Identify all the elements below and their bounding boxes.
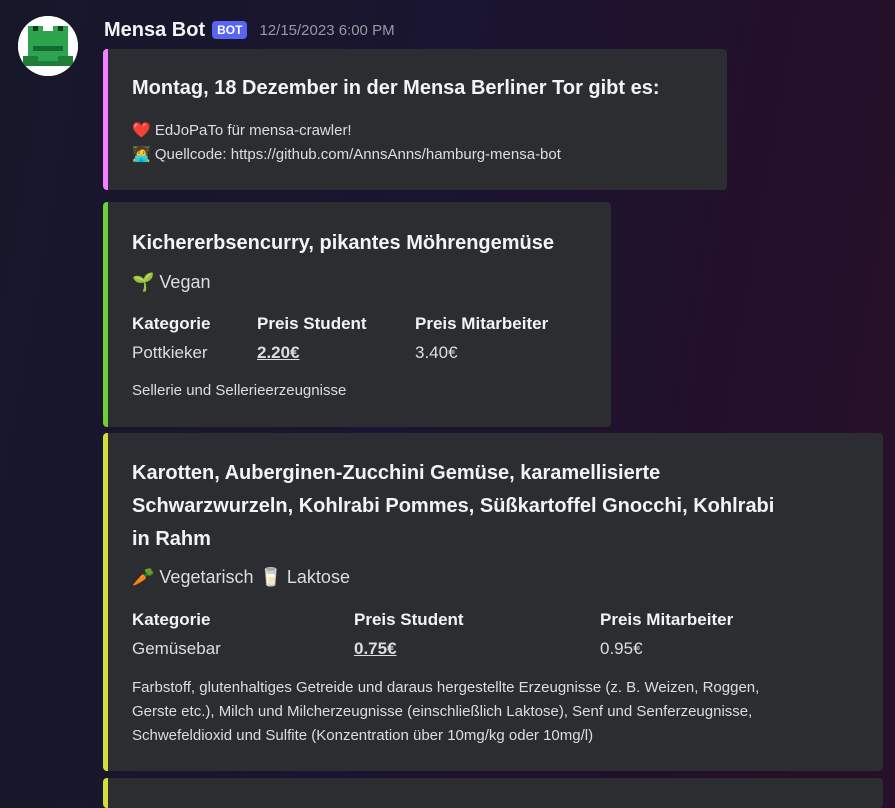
field-category: Kategorie Pottkieker [132, 314, 211, 362]
meal-title: Kichererbsencurry, pikantes Möhrengemüse [132, 232, 554, 254]
bot-badge: BOT [212, 21, 248, 39]
tag-lactose: 🥛 Laktose [259, 567, 350, 587]
author-name[interactable]: Mensa Bot [104, 19, 205, 42]
meal-fields: Kategorie Pottkieker Preis Student 2.20€… [132, 314, 592, 374]
field-price-student: Preis Student 0.75€ [354, 610, 464, 658]
meal-tags: 🥕 Vegetarisch 🥛 Laktose [132, 567, 356, 588]
frog-avatar-icon [18, 16, 78, 76]
tag-vegan: 🌱 Vegan [132, 272, 211, 292]
intro-line-2: 🧑‍💻 Quellcode: https://github.com/AnnsAn… [132, 146, 561, 163]
intro-line-1: ❤️ EdJoPaTo für mensa-crawler! [132, 122, 352, 139]
field-price-student: Preis Student 2.20€ [257, 314, 367, 362]
tag-vegetarian: 🥕 Vegetarisch [132, 567, 254, 587]
bot-avatar[interactable] [18, 16, 78, 76]
technologist-icon: 🧑‍💻 [132, 146, 151, 163]
meal-title: Karotten, Auberginen-Zucchini Gemüse, ka… [132, 462, 775, 550]
message-header: Mensa Bot BOT 12/15/2023 6:00 PM [104, 14, 395, 46]
heart-icon: ❤️ [132, 122, 151, 139]
intro-embed: Montag, 18 Dezember in der Mensa Berline… [103, 49, 727, 190]
field-price-employee: Preis Mitarbeiter 3.40€ [415, 314, 549, 362]
meal-fields: Kategorie Gemüsebar Preis Student 0.75€ … [132, 610, 852, 670]
meal-tags: 🌱 Vegan [132, 272, 216, 293]
message-timestamp[interactable]: 12/15/2023 6:00 PM [259, 22, 394, 39]
intro-title: Montag, 18 Dezember in der Mensa Berline… [132, 77, 660, 99]
meal-allergens: Sellerie und Sellerieerzeugnisse [132, 382, 347, 399]
meal-embed: Kichererbsencurry, pikantes Möhrengemüse… [103, 202, 611, 427]
meal-allergens: Farbstoff, glutenhaltiges Getreide und d… [132, 679, 760, 744]
field-category: Kategorie Gemüsebar [132, 610, 221, 658]
meal-embed: Karotten, Auberginen-Zucchini Gemüse, ka… [103, 433, 883, 771]
field-price-employee: Preis Mitarbeiter 0.95€ [600, 610, 734, 658]
carrot-icon: 🥕 [132, 567, 155, 587]
milk-glass-icon: 🥛 [259, 567, 282, 587]
meal-embed-partial [103, 778, 883, 808]
seedling-icon: 🌱 [132, 272, 155, 292]
